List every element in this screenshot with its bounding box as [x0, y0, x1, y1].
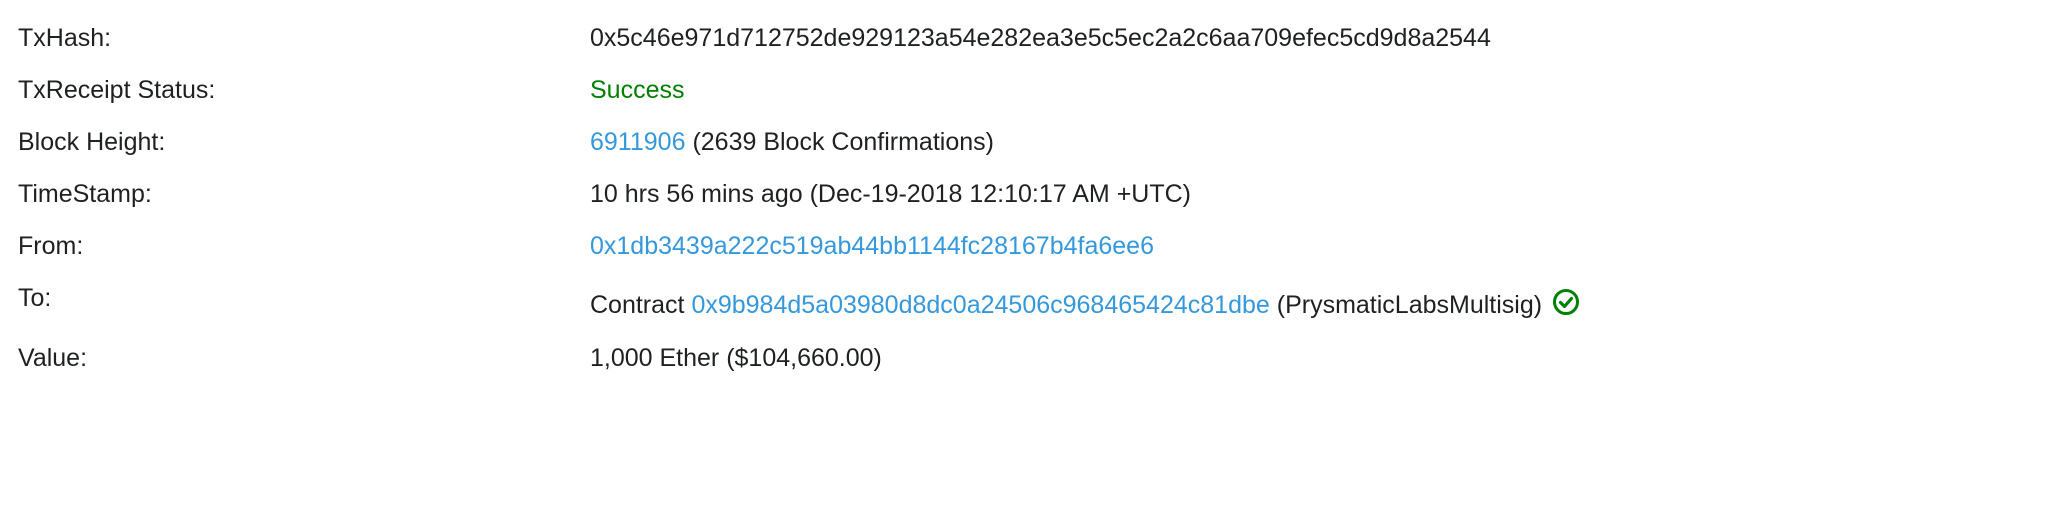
txhash-value: 0x5c46e971d712752de929123a54e282ea3e5c5e… — [590, 24, 1491, 52]
timestamp-label: TimeStamp: — [18, 180, 152, 208]
transaction-details: TxHash: 0x5c46e971d712752de929123a54e282… — [0, 0, 2048, 514]
value-amount: 1,000 Ether ($104,660.00) — [590, 344, 882, 372]
value-label: Value: — [18, 344, 88, 372]
status-value: Success — [590, 76, 685, 104]
from-address-link[interactable]: 0x1db3439a222c519ab44bb1144fc28167b4fa6e… — [590, 232, 1154, 260]
to-value: Contract 0x9b984d5a03980d8dc0a24506c9684… — [590, 288, 1580, 321]
block-height-label: Block Height: — [18, 128, 166, 156]
status-label: TxReceipt Status: — [18, 76, 216, 104]
row-status: TxReceipt Status: Success — [0, 74, 2048, 114]
to-label: To: — [18, 284, 52, 312]
block-number-link[interactable]: 6911906 — [590, 128, 685, 156]
row-from: From: 0x1db3439a222c519ab44bb1144fc28167… — [0, 230, 2048, 270]
from-label: From: — [18, 232, 84, 260]
to-prefix: Contract — [590, 291, 685, 319]
txhash-label: TxHash: — [18, 24, 112, 52]
check-circle-icon — [1552, 288, 1580, 316]
row-txhash: TxHash: 0x5c46e971d712752de929123a54e282… — [0, 22, 2048, 62]
to-address-link[interactable]: 0x9b984d5a03980d8dc0a24506c968465424c81d… — [691, 291, 1269, 319]
block-height-value: 6911906 (2639 Block Confirmations) — [590, 126, 994, 158]
from-value: 0x1db3439a222c519ab44bb1144fc28167b4fa6e… — [590, 230, 1154, 262]
row-block-height: Block Height: 6911906 (2639 Block Confir… — [0, 126, 2048, 166]
timestamp-value: 10 hrs 56 mins ago (Dec-19-2018 12:10:17… — [590, 180, 1192, 208]
row-to: To: Contract 0x9b984d5a03980d8dc0a24506c… — [0, 282, 2048, 322]
contract-name: (PrysmaticLabsMultisig) — [1276, 291, 1543, 319]
row-value: Value: 1,000 Ether ($104,660.00) — [0, 342, 2048, 382]
row-timestamp: TimeStamp: 10 hrs 56 mins ago (Dec-19-20… — [0, 178, 2048, 218]
block-confirmations: (2639 Block Confirmations) — [692, 128, 994, 156]
